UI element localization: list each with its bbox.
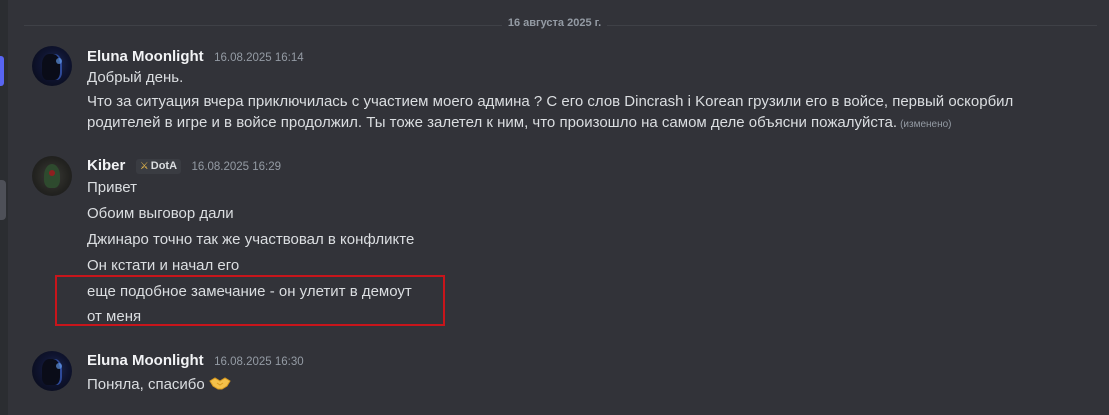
timestamp[interactable]: 16.08.2025 16:30: [214, 356, 304, 368]
message-text: Джинаро точно так же участвовал в конфли…: [87, 231, 415, 248]
role-tag-label: DotA: [150, 160, 178, 172]
username[interactable]: Eluna Moonlight: [87, 48, 204, 65]
date-divider-label: 16 августа 2025 г.: [501, 17, 608, 29]
avatar[interactable]: [32, 46, 72, 86]
message-header: Eluna Moonlight 16.08.2025 16:14: [87, 48, 304, 68]
message-text: Привет: [87, 179, 138, 196]
message-text: родителей в игре и в войсе продолжил. Ты…: [87, 113, 952, 135]
rail-item-indicator: [0, 180, 6, 220]
username[interactable]: Eluna Moonlight: [87, 352, 204, 369]
message-text: Что за ситуация вчера приключилась с уча…: [87, 93, 1014, 110]
timestamp[interactable]: 16.08.2025 16:14: [214, 52, 304, 64]
message-header: Eluna Moonlight 16.08.2025 16:30: [87, 352, 304, 372]
message-text-content: родителей в игре и в войсе продолжил. Ты…: [87, 114, 898, 131]
timestamp[interactable]: 16.08.2025 16:29: [192, 161, 282, 173]
message-text-content: Поняла, спасибо: [87, 376, 205, 393]
message-text: Поняла, спасибо: [87, 373, 231, 395]
avatar[interactable]: [32, 351, 72, 391]
message-header: Kiber ⚔ DotA 16.08.2025 16:29: [87, 157, 281, 177]
role-tag[interactable]: ⚔ DotA: [135, 159, 182, 174]
date-divider: 16 августа 2025 г.: [0, 17, 1109, 29]
message-text: Добрый день.: [87, 69, 184, 86]
edited-label: (изменено): [900, 119, 952, 130]
sword-icon: ⚔: [139, 161, 149, 172]
highlight-annotation: [55, 275, 445, 326]
avatar[interactable]: [32, 156, 72, 196]
handshake-emoji[interactable]: [209, 375, 231, 390]
selected-indicator: [0, 56, 4, 86]
server-rail: [0, 0, 8, 415]
message-text: Он кстати и начал его: [87, 257, 240, 274]
username[interactable]: Kiber: [87, 157, 125, 174]
message-text: Обоим выговор дали: [87, 205, 234, 222]
